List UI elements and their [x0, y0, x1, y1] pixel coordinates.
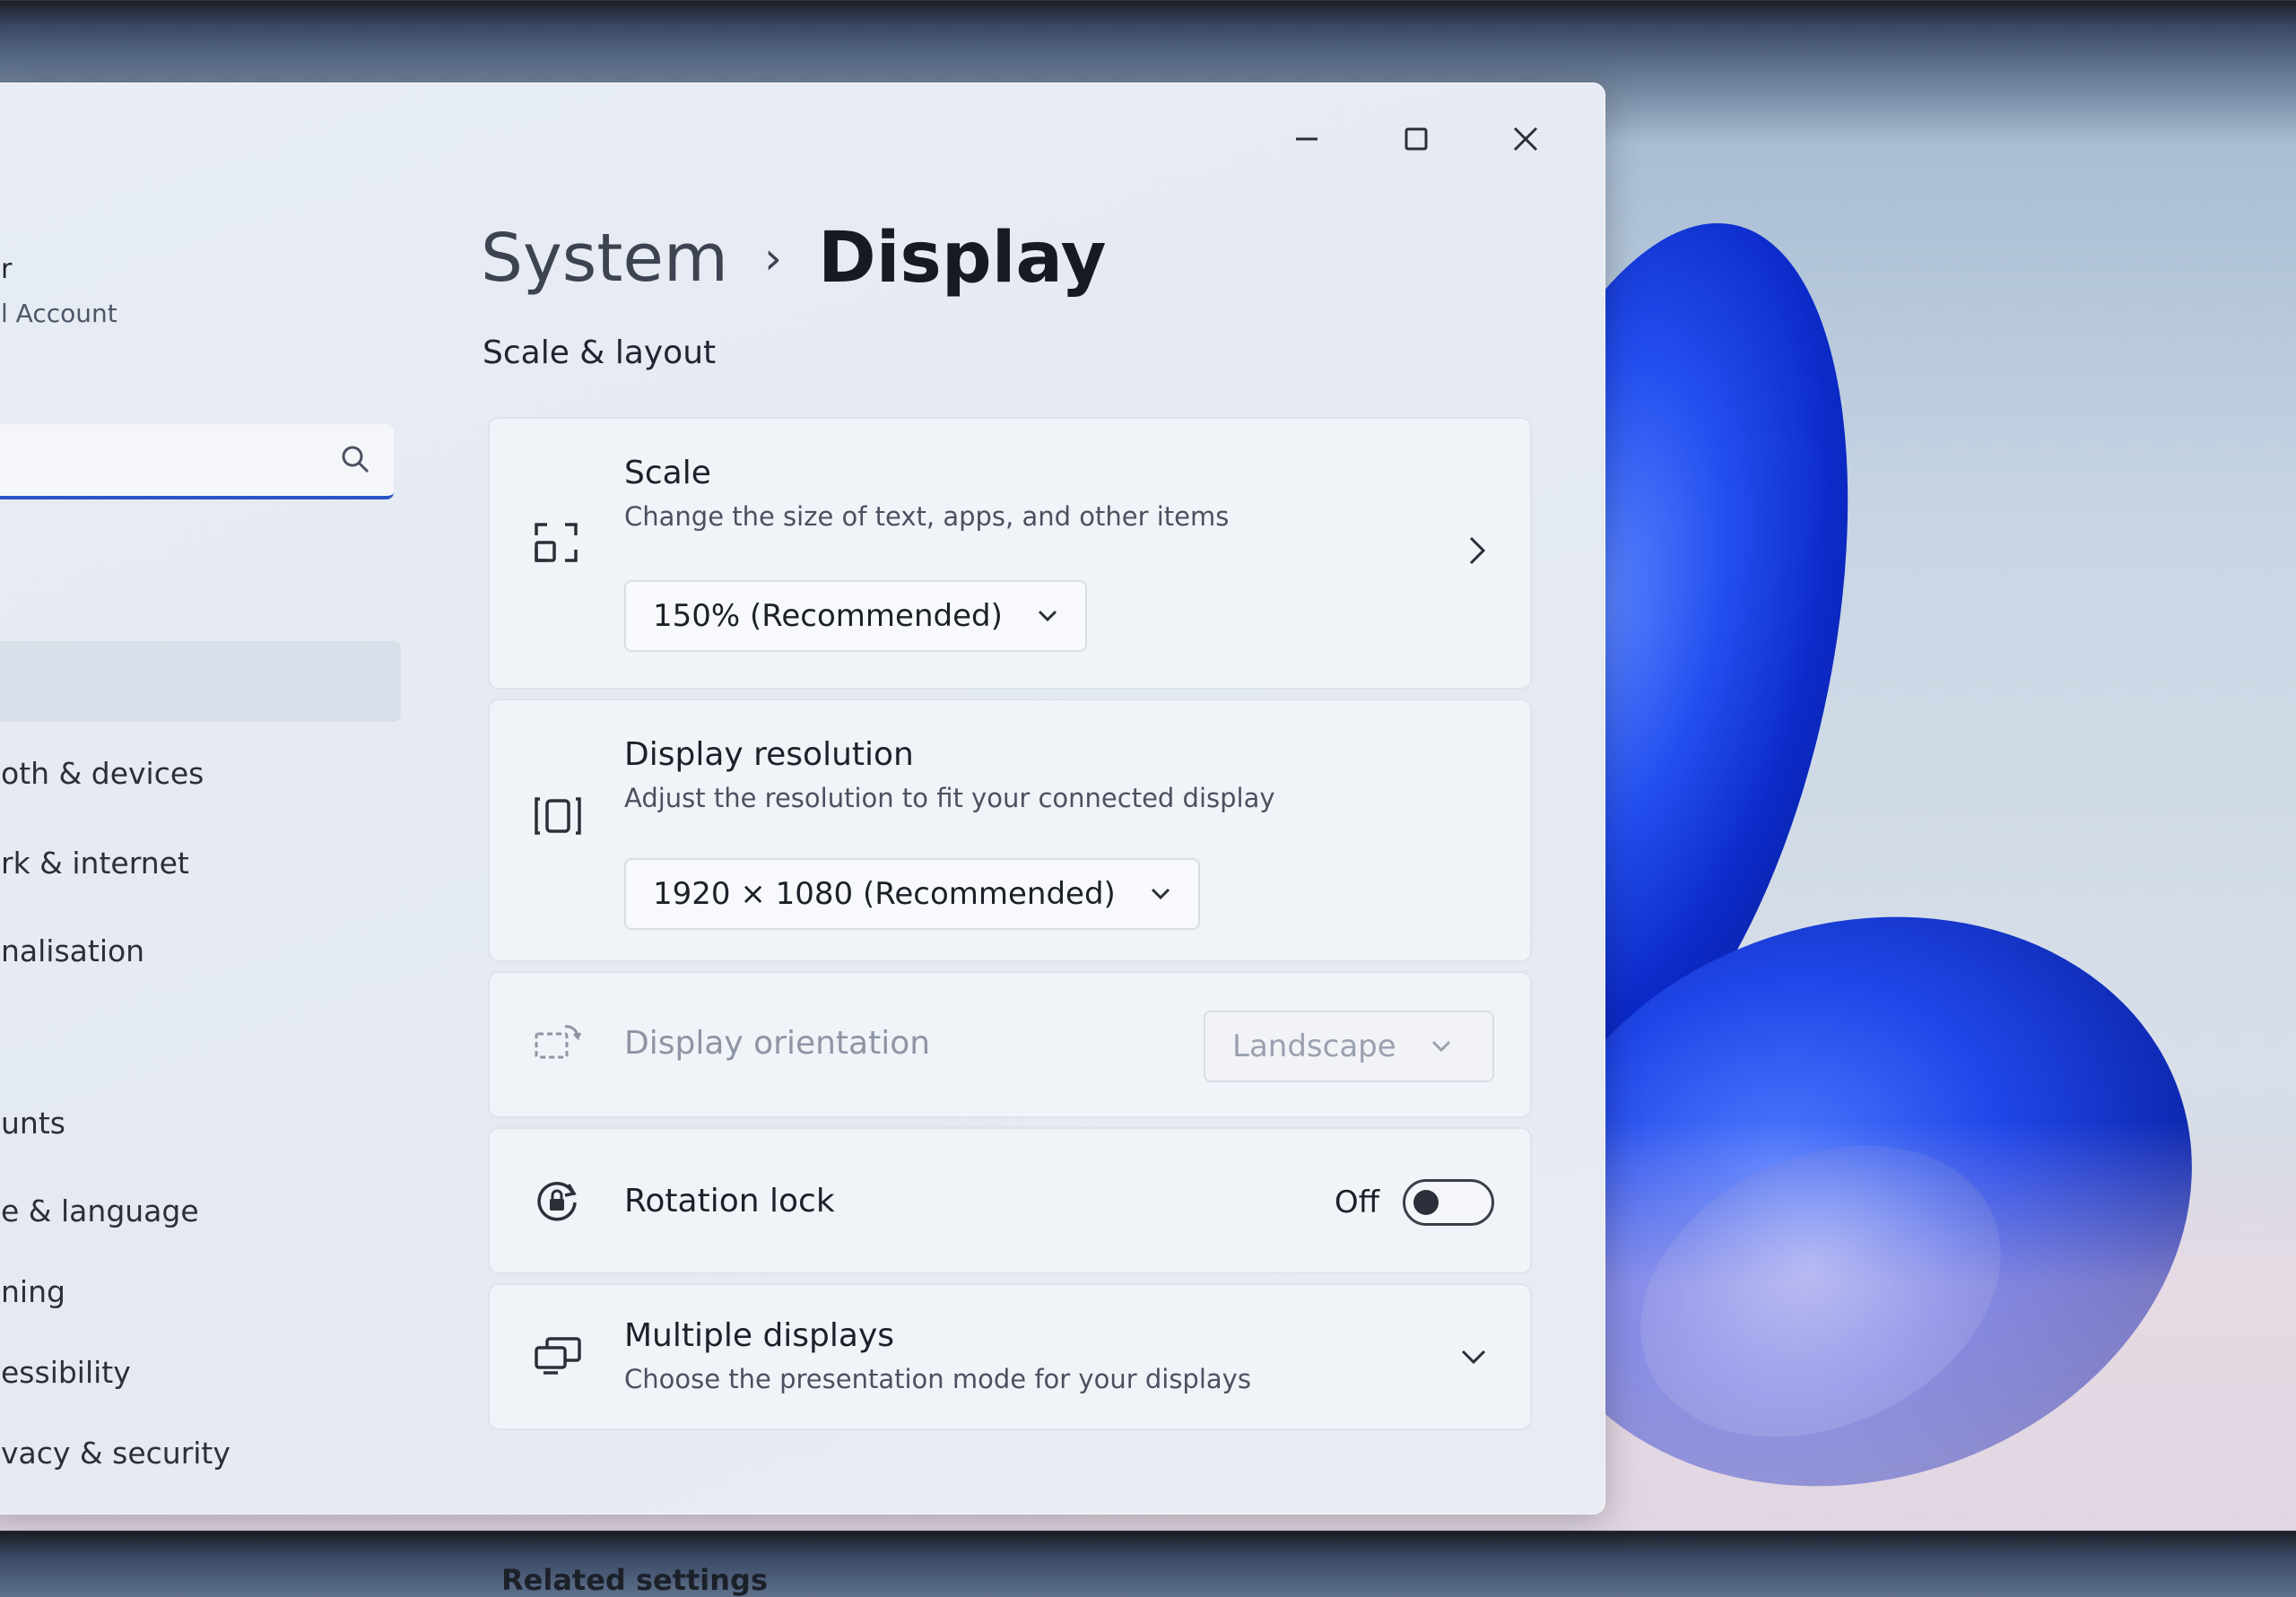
breadcrumb: System › Display — [481, 218, 1107, 299]
multiple-displays-icon — [535, 1337, 581, 1375]
maximize-icon — [1405, 127, 1428, 151]
resolution-dropdown[interactable]: 1920 × 1080 (Recommended) — [624, 858, 1200, 930]
minimize-icon — [1296, 137, 1318, 141]
close-icon — [1513, 126, 1538, 152]
rotation-lock-toggle-group: Off — [1335, 1179, 1494, 1226]
rotation-lock-state: Off — [1334, 1185, 1379, 1220]
orientation-dropdown-value: Landscape — [1232, 1029, 1396, 1064]
toggle-knob — [1413, 1190, 1439, 1215]
scale-dropdown[interactable]: 150% (Recommended) — [624, 580, 1087, 652]
scale-icon — [535, 523, 578, 562]
rotation-lock-title: Rotation lock — [624, 1183, 835, 1219]
resolution-title: Display resolution — [624, 736, 914, 773]
sidebar-item-accounts[interactable]: unts — [1, 1106, 65, 1141]
orientation-dropdown[interactable]: Landscape — [1204, 1011, 1494, 1082]
search-icon — [342, 446, 370, 473]
resolution-description: Adjust the resolution to fit your connec… — [624, 783, 1275, 813]
orientation-title: Display orientation — [624, 1025, 931, 1062]
rotation-lock-card: Rotation lock Off — [488, 1127, 1532, 1274]
close-button[interactable] — [1483, 110, 1569, 168]
maximize-button[interactable] — [1373, 110, 1459, 168]
chevron-down-icon[interactable] — [1460, 1348, 1487, 1366]
resolution-icon — [535, 797, 581, 835]
sidebar-item-bluetooth-devices[interactable]: oth & devices — [1, 756, 204, 791]
account-name: r — [1, 254, 13, 285]
chevron-down-icon — [1151, 888, 1170, 900]
multiple-displays-card[interactable]: Multiple displays Choose the presentatio… — [488, 1283, 1532, 1430]
rotate-screen-icon — [535, 1025, 582, 1059]
window-controls — [1264, 110, 1569, 168]
sidebar-item-privacy-security[interactable]: vacy & security — [1, 1436, 230, 1471]
resolution-card: Display resolution Adjust the resolution… — [488, 699, 1532, 962]
sidebar-item-accessibility[interactable]: essibility — [1, 1355, 131, 1390]
sidebar: r l Account oth & devices rk & internet … — [0, 83, 404, 1514]
section-title: Scale & layout — [483, 334, 717, 371]
sidebar-item-time-language[interactable]: e & language — [1, 1193, 199, 1228]
scale-dropdown-value: 150% (Recommended) — [653, 598, 1003, 634]
orientation-card: Display orientation Landscape — [488, 971, 1532, 1118]
multiple-displays-description: Choose the presentation mode for your di… — [624, 1364, 1251, 1394]
rotation-lock-toggle[interactable] — [1403, 1179, 1494, 1226]
scale-description: Change the size of text, apps, and other… — [624, 501, 1230, 532]
sidebar-item-gaming[interactable]: ning — [1, 1274, 65, 1309]
resolution-dropdown-value: 1920 × 1080 (Recommended) — [653, 876, 1116, 912]
chevron-right-icon[interactable] — [1467, 535, 1487, 566]
search-input[interactable] — [0, 424, 394, 499]
sidebar-item-network-internet[interactable]: rk & internet — [1, 846, 189, 881]
sidebar-item-selected[interactable] — [0, 641, 401, 722]
account-type: l Account — [1, 299, 117, 328]
scale-title: Scale — [624, 455, 711, 491]
chevron-down-icon — [1038, 610, 1057, 622]
scale-card[interactable]: Scale Change the size of text, apps, and… — [488, 417, 1532, 690]
minimize-button[interactable] — [1264, 110, 1350, 168]
breadcrumb-parent[interactable]: System — [481, 220, 728, 297]
settings-window: r l Account oth & devices rk & internet … — [0, 82, 1605, 1597]
multiple-displays-title: Multiple displays — [624, 1317, 895, 1354]
sidebar-item-personalisation[interactable]: nalisation — [1, 933, 144, 968]
related-settings-heading: Related settings — [501, 1563, 768, 1597]
breadcrumb-separator-icon: › — [763, 232, 782, 284]
page-title: Display — [817, 218, 1107, 299]
rotation-lock-icon — [537, 1182, 577, 1221]
chevron-down-icon — [1431, 1040, 1450, 1053]
